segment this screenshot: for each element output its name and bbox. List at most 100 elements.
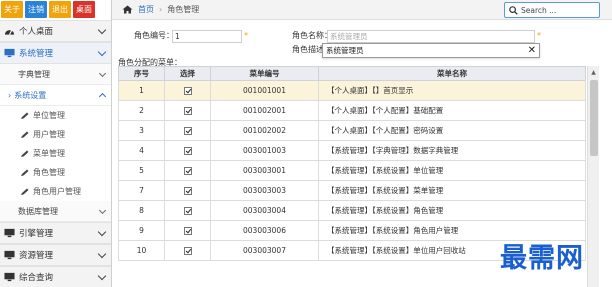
row-select-cell (164, 140, 211, 161)
table-row[interactable]: 7 003003003 【系统管理】【系统设置】菜单管理 (118, 180, 586, 201)
pencil-icon (21, 169, 29, 176)
row-menu-code: 001002001 (210, 100, 319, 121)
sidebar-leaf-role[interactable]: 角色管理 (0, 163, 111, 182)
watermark-logo: 最需网 (500, 243, 584, 274)
row-number: 2 (118, 100, 165, 121)
chevron-down-icon (97, 47, 107, 56)
logout-button[interactable]: 注销 (25, 1, 47, 18)
sidebar-section-system-admin[interactable]: 系统管理 (0, 42, 111, 64)
pencil-icon (21, 112, 29, 119)
active-marker-icon: › (8, 90, 12, 100)
table-row[interactable]: 1 001001001 【个人桌面】【】首页显示 (118, 80, 586, 101)
row-checkbox[interactable] (183, 127, 192, 135)
role-desc-dropdown[interactable]: 系统管理员 ✕ (322, 43, 540, 58)
row-select-cell (164, 80, 211, 101)
row-number: 10 (118, 240, 165, 261)
sidebar-leaf-unit[interactable]: 单位管理 (0, 106, 111, 125)
chevron-down-icon (98, 206, 107, 214)
role-form: 角色编号： 1 * 角色名称： 系统管理员 * 角色描述 系统管理员 ✕ (112, 26, 612, 60)
sidebar-section-engine[interactable]: 引擎管理 (0, 222, 111, 244)
sidebar-section-personal-desktop[interactable]: 个人桌面 (0, 20, 111, 42)
row-select-cell (164, 120, 211, 141)
column-header-menu-code[interactable]: 菜单编号 (210, 66, 319, 81)
role-desc-dropdown-value: 系统管理员 (326, 46, 364, 55)
scroll-up-arrow-icon[interactable]: ▲ (588, 66, 599, 78)
sidebar-section-resource[interactable]: 资源管理 (0, 244, 111, 266)
menu-table: 序号 选择 菜单编号 菜单名称 1 001001001 【个人桌面】【】首页显示 2 0… (118, 66, 586, 261)
pencil-icon (21, 188, 29, 195)
row-select-cell (164, 200, 211, 221)
table-row[interactable]: 8 003003004 【系统管理】【系统设置】角色管理 (118, 200, 586, 221)
row-checkbox[interactable] (183, 227, 192, 235)
sidebar-leaf-label: 角色管理 (33, 168, 65, 177)
chevron-down-icon (97, 227, 107, 236)
row-select-cell (164, 160, 211, 181)
monitor-icon (4, 272, 15, 282)
sidebar-item-system-settings[interactable]: › 系统设置 (0, 85, 111, 106)
sidebar-leaf-menu[interactable]: 菜单管理 (0, 144, 111, 163)
scrollbar-thumb[interactable] (590, 80, 598, 156)
row-menu-code: 001001001 (210, 80, 319, 101)
row-menu-name: 【个人桌面】【个人配置】基础配置 (318, 100, 586, 121)
monitor-icon (4, 48, 15, 58)
desktop-button[interactable]: 桌面 (73, 1, 95, 18)
table-row[interactable]: 2 001002001 【个人桌面】【个人配置】基础配置 (118, 100, 586, 121)
sidebar-item-label: 系统设置 (14, 90, 47, 100)
row-menu-name: 【系统管理】【字典管理】数据字典管理 (318, 140, 586, 161)
sidebar-section-label: 资源管理 (19, 251, 54, 261)
row-checkbox[interactable] (183, 247, 192, 255)
column-header-select[interactable]: 选择 (164, 66, 211, 81)
row-checkbox[interactable] (183, 87, 192, 95)
exit-button[interactable]: 退出 (49, 1, 71, 18)
home-icon[interactable] (122, 5, 133, 14)
monitor-icon (4, 228, 15, 238)
column-header-menu-name[interactable]: 菜单名称 (318, 66, 586, 81)
required-mark: * (244, 31, 248, 40)
search-input[interactable]: Search ... (504, 2, 600, 18)
role-no-label: 角色编号： (134, 31, 174, 40)
table-row[interactable]: 5 003003001 【系统管理】【系统设置】单位管理 (118, 160, 586, 181)
sidebar-leaf-label: 单位管理 (33, 111, 65, 120)
table-row[interactable]: 4 003001003 【系统管理】【字典管理】数据字典管理 (118, 140, 586, 161)
sidebar-item-label: 字典管理 (18, 69, 50, 79)
sidebar-leaf-user[interactable]: 用户管理 (0, 125, 111, 144)
pencil-icon (21, 131, 29, 138)
row-number: 3 (118, 120, 165, 141)
dashboard-icon (4, 29, 15, 35)
sidebar-section-label: 引擎管理 (19, 229, 54, 239)
column-header-no[interactable]: 序号 (118, 66, 165, 81)
row-menu-code: 003003007 (210, 240, 319, 261)
sidebar-section-label: 个人桌面 (19, 27, 54, 37)
vertical-scrollbar[interactable]: ▲ (587, 66, 599, 287)
role-name-field[interactable]: 系统管理员 (327, 30, 535, 43)
chevron-down-icon (97, 249, 107, 258)
sidebar-section-query[interactable]: 综合查询 (0, 266, 111, 287)
row-checkbox[interactable] (183, 207, 192, 215)
row-checkbox[interactable] (183, 187, 192, 195)
sidebar-item-dictionary[interactable]: 字典管理 (0, 64, 111, 85)
breadcrumb-home-link[interactable]: 首页 (138, 4, 154, 15)
top-button-bar: 关于 注销 退出 桌面 (0, 0, 111, 20)
row-menu-code: 003003001 (210, 160, 319, 181)
sidebar-item-database[interactable]: 数据库管理 (0, 201, 111, 222)
row-menu-name: 【个人桌面】【】首页显示 (318, 80, 586, 101)
role-no-field[interactable]: 1 (172, 30, 242, 43)
row-menu-code: 001002002 (210, 120, 319, 141)
sidebar-item-label: 数据库管理 (18, 206, 58, 216)
chevron-down-icon (97, 271, 107, 280)
row-number: 9 (118, 220, 165, 241)
close-icon[interactable]: ✕ (528, 44, 536, 57)
row-checkbox[interactable] (183, 147, 192, 155)
row-select-cell (164, 240, 211, 261)
row-number: 8 (118, 200, 165, 221)
table-row[interactable]: 3 001002002 【个人桌面】【个人配置】密码设置 (118, 120, 586, 141)
row-menu-name: 【系统管理】【系统设置】菜单管理 (318, 180, 586, 201)
about-button[interactable]: 关于 (1, 1, 23, 18)
role-name-label: 角色名称： (292, 31, 332, 40)
row-number: 4 (118, 140, 165, 161)
sidebar-leaf-role-user[interactable]: 角色用户管理 (0, 182, 111, 201)
row-checkbox[interactable] (183, 167, 192, 175)
row-number: 7 (118, 180, 165, 201)
row-checkbox[interactable] (183, 107, 192, 115)
row-number: 5 (118, 160, 165, 181)
